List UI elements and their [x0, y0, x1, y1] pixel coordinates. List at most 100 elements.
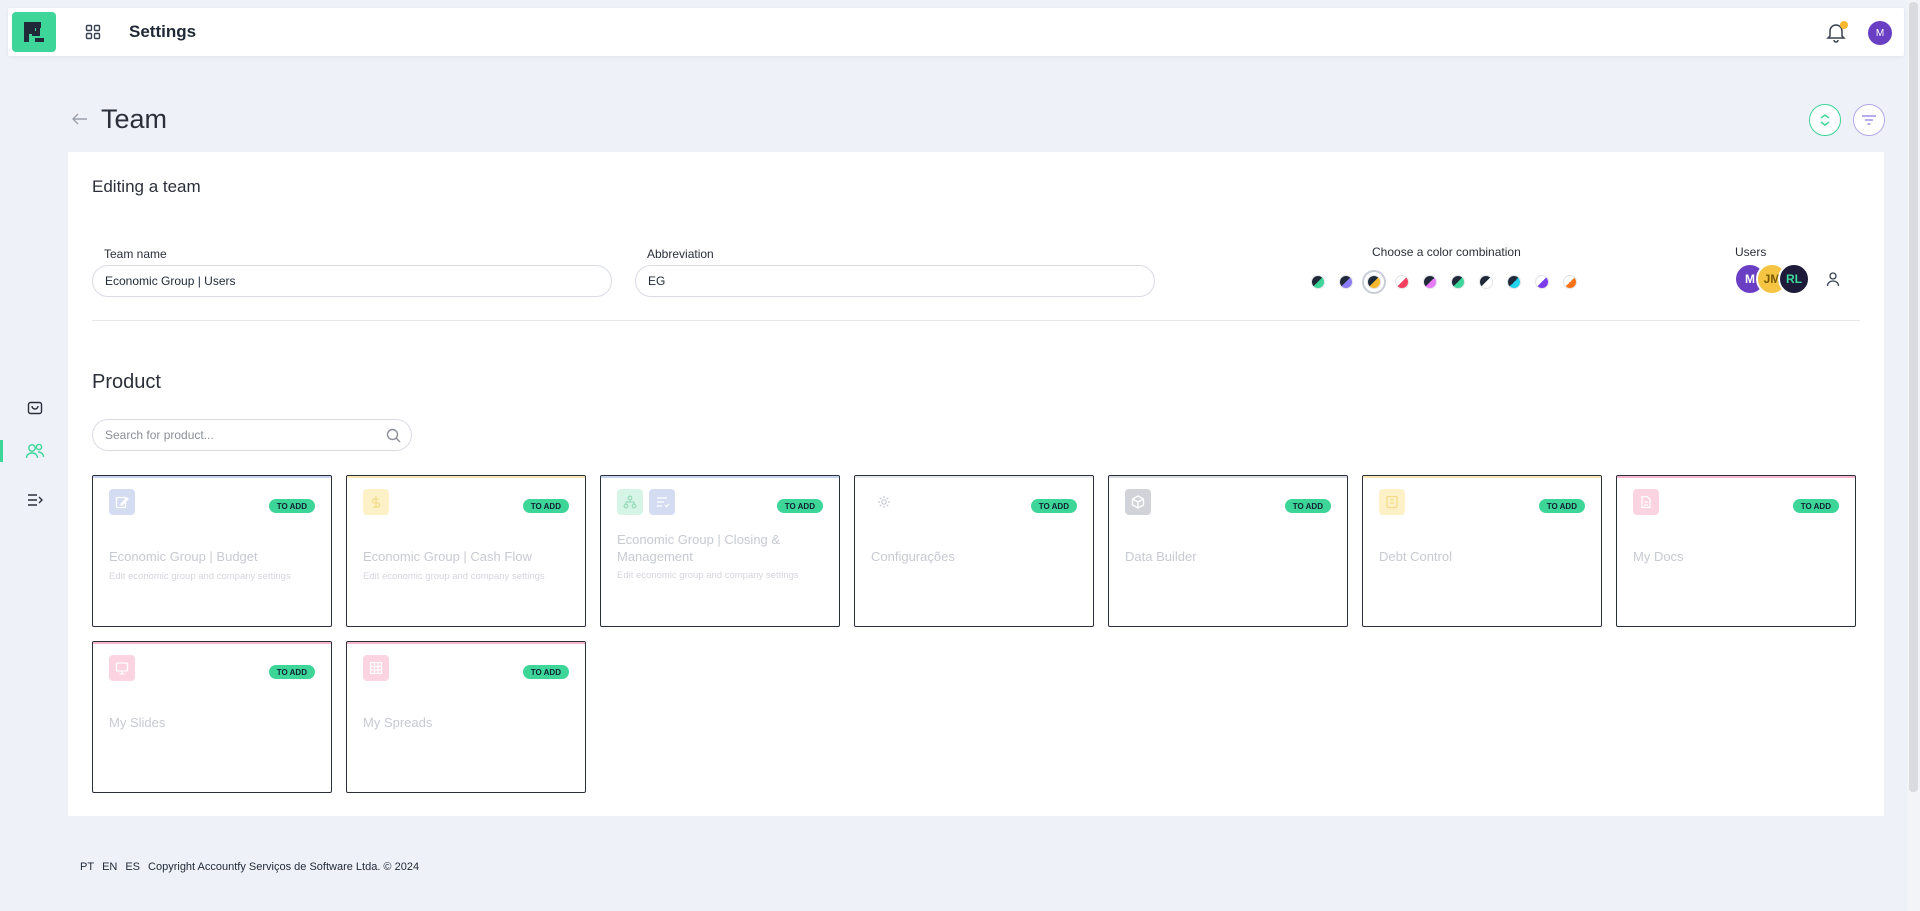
- product-card-description: Edit economic group and company settings: [617, 570, 799, 581]
- color-swatch-fill: [1563, 275, 1577, 289]
- lang-pt-link[interactable]: PT: [80, 861, 94, 873]
- apps-grid-icon[interactable]: [84, 23, 102, 41]
- to-add-badge[interactable]: TO ADD: [1792, 499, 1839, 513]
- copyright-text: Copyright Accountfy Serviços de Software…: [148, 861, 420, 873]
- to-add-badge[interactable]: TO ADD: [268, 499, 315, 513]
- product-card-description: Edit economic group and company settings: [109, 571, 291, 582]
- user-avatar[interactable]: M: [1868, 21, 1892, 45]
- to-add-badge[interactable]: TO ADD: [1030, 499, 1077, 513]
- top-bar: Settings M: [8, 8, 1904, 56]
- product-card[interactable]: TO ADD Economic Group | Budget Edit econom…: [92, 475, 332, 627]
- team-name-label: Team name: [104, 247, 167, 261]
- sort-arrows-icon: [1820, 114, 1830, 126]
- product-card[interactable]: TO ADD My Slides: [92, 641, 332, 793]
- team-name-input[interactable]: [92, 265, 612, 297]
- product-card[interactable]: TO ADD My Docs: [1616, 475, 1856, 627]
- color-swatch-10[interactable]: [1560, 272, 1580, 292]
- product-card-title: Debt Control: [1379, 549, 1452, 564]
- color-swatch-8[interactable]: [1504, 272, 1524, 292]
- card-accent-line: [347, 476, 585, 478]
- to-add-badge[interactable]: TO ADD: [1284, 499, 1331, 513]
- card-accent-line: [1109, 476, 1347, 478]
- accountfy-logo[interactable]: [12, 12, 56, 52]
- product-card-title: Economic Group | Budget: [109, 549, 258, 564]
- card-accent-line: [1617, 476, 1855, 478]
- cube-icon: [1125, 489, 1151, 515]
- dollar-icon: [363, 489, 389, 515]
- color-swatch-5[interactable]: [1420, 272, 1440, 292]
- product-card[interactable]: TO ADD Economic Group | Closing & Managem…: [600, 475, 840, 627]
- search-icon[interactable]: [386, 428, 401, 443]
- to-add-badge[interactable]: TO ADD: [522, 665, 569, 679]
- back-arrow-icon[interactable]: [72, 110, 90, 128]
- color-swatch-fill: [1507, 275, 1521, 289]
- footer: PT EN ES Copyright Accountfy Serviços de…: [80, 861, 419, 873]
- product-card[interactable]: TO ADD Economic Group | Cash Flow Edit eco…: [346, 475, 586, 627]
- lang-en-link[interactable]: EN: [102, 861, 117, 873]
- card-accent-line: [93, 642, 331, 644]
- product-card-title: My Spreads: [363, 715, 433, 730]
- product-card-title: My Docs: [1633, 549, 1684, 564]
- color-swatch-fill: [1451, 275, 1465, 289]
- checklist-icon: [649, 489, 675, 515]
- team-users-avatars: M JM RL: [1734, 263, 1824, 295]
- product-card-description: Edit economic group and company settings: [363, 571, 545, 582]
- to-add-badge[interactable]: TO ADD: [522, 499, 569, 513]
- abbreviation-input[interactable]: [635, 265, 1155, 297]
- product-card-title: My Slides: [109, 715, 166, 730]
- color-swatch-1[interactable]: [1308, 272, 1328, 292]
- product-card[interactable]: TO ADD My Spreads: [346, 641, 586, 793]
- product-card[interactable]: TO ADD Configurações: [854, 475, 1094, 627]
- filter-button[interactable]: [1853, 104, 1885, 136]
- section-divider: [92, 320, 1860, 321]
- lang-es-link[interactable]: ES: [125, 861, 140, 873]
- sort-button[interactable]: [1809, 104, 1841, 136]
- card-accent-line: [855, 476, 1093, 478]
- product-card[interactable]: TO ADD Data Builder: [1108, 475, 1348, 627]
- app-title: Settings: [129, 22, 197, 41]
- to-add-badge[interactable]: TO ADD: [776, 499, 823, 513]
- color-swatch-fill: [1479, 275, 1493, 289]
- gear-icon: [871, 489, 897, 515]
- product-card-title: Configurações: [871, 549, 955, 564]
- color-swatch-6[interactable]: [1448, 272, 1468, 292]
- product-card[interactable]: TO ADD Debt Control: [1362, 475, 1602, 627]
- to-add-badge[interactable]: TO ADD: [268, 665, 315, 679]
- card-accent-line: [601, 476, 839, 478]
- card-accent-line: [1363, 476, 1601, 478]
- document-icon: [1633, 489, 1659, 515]
- color-swatch-9[interactable]: [1532, 272, 1552, 292]
- grid-icon: [363, 655, 389, 681]
- color-swatch-fill: [1395, 275, 1409, 289]
- notification-dot: [1840, 21, 1848, 29]
- to-add-badge[interactable]: TO ADD: [1538, 499, 1585, 513]
- color-swatch-2[interactable]: [1336, 272, 1356, 292]
- active-nav-indicator: [0, 440, 3, 462]
- page-title: Team: [101, 104, 168, 134]
- user-avatar-rl[interactable]: RL: [1778, 263, 1810, 295]
- color-swatch-fill: [1311, 275, 1325, 289]
- edit-icon: [109, 489, 135, 515]
- ledger-icon: [1379, 489, 1405, 515]
- product-card-title: Economic Group | Cash Flow: [363, 549, 532, 564]
- color-swatch-4[interactable]: [1392, 272, 1412, 292]
- edit-team-panel: Editing a team Team name Abbreviation Ch…: [68, 152, 1884, 816]
- notifications-bell-icon[interactable]: [1826, 21, 1848, 43]
- color-swatch-fill: [1535, 275, 1549, 289]
- presentation-icon: [109, 655, 135, 681]
- color-swatch-fill: [1423, 275, 1437, 289]
- shopping-bag-icon[interactable]: [24, 396, 46, 418]
- product-card-title: Economic Group | Closing & Management: [617, 532, 781, 564]
- hierarchy-icon: [617, 489, 643, 515]
- filter-icon: [1862, 115, 1876, 125]
- product-section-title: Product: [92, 371, 161, 393]
- card-accent-line: [93, 476, 331, 478]
- team-users-icon[interactable]: [24, 440, 46, 462]
- product-card-title: Data Builder: [1125, 549, 1197, 564]
- expand-menu-icon[interactable]: [24, 489, 46, 511]
- color-swatch-7[interactable]: [1476, 272, 1496, 292]
- scrollbar-thumb[interactable]: [1909, 2, 1918, 792]
- color-swatch-3[interactable]: [1364, 272, 1384, 292]
- add-user-icon[interactable]: [1825, 271, 1841, 287]
- product-search-input[interactable]: [105, 420, 375, 450]
